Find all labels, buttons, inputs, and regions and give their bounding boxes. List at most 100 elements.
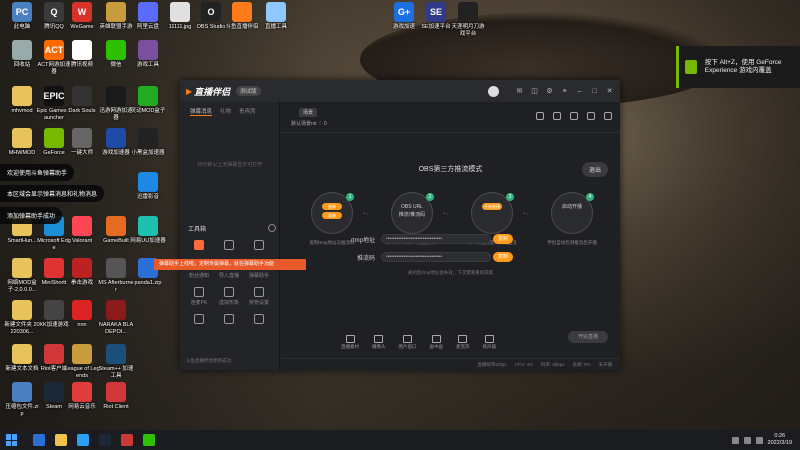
desktop-icon[interactable]: 一键大师 — [64, 128, 100, 157]
app-icon — [138, 40, 158, 60]
desktop-icon[interactable]: GameBuilt — [98, 216, 134, 245]
share-icon[interactable] — [604, 112, 612, 120]
copy-key-button[interactable]: 复制 — [493, 252, 514, 262]
taskbar-app-icon[interactable] — [143, 434, 155, 446]
skin-icon[interactable]: ◫ — [530, 87, 539, 96]
desktop-icon[interactable]: 灵动MOD盒子 — [130, 86, 166, 115]
source-button[interactable]: 直播素材 — [341, 335, 359, 350]
desktop-icon[interactable]: League of Legends — [64, 344, 100, 379]
desktop-icon[interactable]: Valorant — [64, 216, 100, 245]
desktop-icon[interactable]: 网络MOD盒子-2.0.0.0... — [4, 258, 40, 293]
desktop-icon[interactable]: Dark Souls — [64, 86, 100, 115]
tab-vip[interactable]: 贵宾席 — [239, 107, 256, 116]
source-button[interactable]: 麦克风 — [456, 335, 470, 350]
step-pill[interactable]: 复制 — [322, 212, 342, 219]
desktop-icon[interactable]: 压缩包文件.zip — [4, 382, 40, 417]
toolbox-settings-icon[interactable] — [268, 224, 276, 232]
tool-item[interactable]: 连麦PK — [184, 287, 214, 306]
desktop-icon[interactable]: G+ 游戏加速 — [386, 2, 422, 31]
settings-icon[interactable]: ⚙ — [545, 87, 554, 96]
desktop-icon[interactable]: 游戏加速器 — [98, 128, 134, 157]
desktop-icon[interactable]: 迅雷影音 — [130, 172, 166, 201]
close-icon[interactable]: ✕ — [605, 87, 614, 96]
status-item: 丢帧: 0% — [572, 361, 591, 367]
rtmp-field[interactable]: •••••••••••••••••••••••••••••••• — [381, 234, 491, 244]
tool-item[interactable] — [244, 314, 274, 326]
scene-row[interactable]: 默认场景rst ♡ 0 — [291, 120, 327, 127]
tool-item[interactable]: 虚拟形象 — [214, 287, 244, 306]
desktop-icon[interactable]: 斗鱼直播伴侣 — [224, 2, 260, 31]
desktop-icon[interactable]: 迅游网游加速器 — [98, 86, 134, 121]
desktop-icon[interactable]: 小黑盒加速器 — [130, 128, 166, 157]
tool-item[interactable] — [214, 240, 244, 252]
desktop-icon[interactable]: MS Afterburner — [98, 258, 134, 293]
taskbar-app-icon[interactable] — [77, 434, 89, 446]
network-icon[interactable] — [743, 436, 751, 444]
shield-icon[interactable] — [570, 112, 578, 120]
version-badge[interactable]: 测试版 — [236, 86, 261, 96]
desktop-icon[interactable]: 直播工具 — [258, 2, 294, 31]
tool-item[interactable]: 房管设置 — [244, 287, 274, 306]
bell-icon[interactable] — [587, 112, 595, 120]
tool-item[interactable] — [244, 240, 274, 252]
desktop-icon[interactable]: nnn — [64, 300, 100, 329]
copy-rtmp-button[interactable]: 复制 — [493, 234, 514, 244]
volume-icon[interactable] — [755, 436, 763, 444]
taskbar-app-icon[interactable] — [99, 434, 111, 446]
desktop-icon[interactable]: 网易云音乐 — [64, 382, 100, 411]
desktop-icon[interactable]: 拳击游戏 — [64, 258, 100, 287]
desktop-icon[interactable]: 游戏工具 — [130, 40, 166, 69]
maximize-icon[interactable]: □ — [590, 87, 599, 96]
minimize-icon[interactable]: – — [575, 87, 584, 96]
record-icon[interactable] — [553, 112, 561, 120]
geforce-notification[interactable]: 按下 Alt+Z，使用 GeForce Experience 游戏内覆盖 — [676, 46, 800, 88]
desktop-icon[interactable]: PC 此电脑 — [4, 2, 40, 31]
desktop-icon[interactable]: 英雄联盟手游 — [98, 2, 134, 31]
step-pill[interactable]: 开始直播 — [482, 203, 502, 210]
start-icon[interactable] — [6, 434, 22, 446]
desktop-icon[interactable]: Steam++ 加速工具 — [98, 344, 134, 379]
source-button[interactable]: 画中画 — [430, 335, 443, 350]
tab-danmaku[interactable]: 弹幕消息 — [190, 107, 213, 116]
desktop-icon[interactable]: 微信 — [98, 40, 134, 69]
desktop-icon[interactable]: 新建文本文档 — [4, 344, 40, 373]
desktop-icon[interactable]: SE SE加速平台 — [418, 2, 454, 31]
taskbar-app-icon[interactable] — [55, 434, 67, 446]
desktop-icon[interactable]: 新建文件夹 20220306... — [4, 300, 40, 335]
desktop-icon[interactable]: MHWMOD — [4, 128, 40, 157]
desktop-icon[interactable]: Riot Client — [98, 382, 134, 411]
desktop-icon[interactable]: 网易UU加速器 — [130, 216, 166, 245]
start-live-button[interactable]: 开始直播 — [568, 331, 608, 343]
desktop-icon[interactable]: W WeGame — [64, 2, 100, 31]
desktop-icon[interactable]: 回收站 — [4, 40, 40, 69]
desktop-icon[interactable]: 腾讯视频 — [64, 40, 100, 69]
tray-arrow-icon[interactable] — [731, 436, 739, 444]
exit-button[interactable]: 退出 — [581, 162, 608, 177]
avatar[interactable] — [488, 85, 499, 97]
taskbar-app-icon[interactable] — [33, 434, 45, 446]
tool-icon — [194, 287, 204, 297]
taskbar-app-icon[interactable] — [121, 434, 133, 446]
source-button[interactable]: 图片窗口 — [399, 335, 417, 350]
message-icon[interactable]: ✉ — [515, 87, 524, 96]
source-button[interactable]: 摄像头 — [372, 335, 386, 350]
desktop-icon[interactable]: NARAKA BLADEPOI... — [98, 300, 134, 335]
desktop-icon[interactable]: 阿里云盘 — [130, 2, 166, 31]
tool-item[interactable] — [214, 314, 244, 326]
scene-tab[interactable]: 场景 — [299, 108, 318, 117]
desktop-icon[interactable]: mhvmod — [4, 86, 40, 115]
tab-gift[interactable]: 礼物 — [220, 107, 231, 116]
stream-key-field[interactable]: •••••••••••••••••••••••••••••••• — [381, 252, 491, 262]
desktop-icon-label: 网易UU加速器 — [130, 238, 166, 244]
source-button[interactable]: 扬声器 — [483, 335, 496, 350]
tool-item[interactable] — [184, 240, 214, 252]
menu-icon[interactable]: ≡ — [560, 87, 569, 96]
desktop-icon-label: Steam++ 加速工具 — [98, 366, 134, 379]
step-pill[interactable]: 复制 — [322, 203, 342, 210]
clock[interactable]: 0:26 2022/3/19 — [768, 433, 792, 447]
gift-icon[interactable] — [536, 112, 544, 120]
tool-item[interactable] — [184, 314, 214, 326]
desktop-icon[interactable]: 天涯明月刀游戏平台 — [450, 2, 486, 37]
tool-icon — [254, 287, 264, 297]
promo-banner[interactable]: 弹幕助手上线啦，定制专属弹幕，就在弹幕助手功能 — [154, 259, 306, 270]
